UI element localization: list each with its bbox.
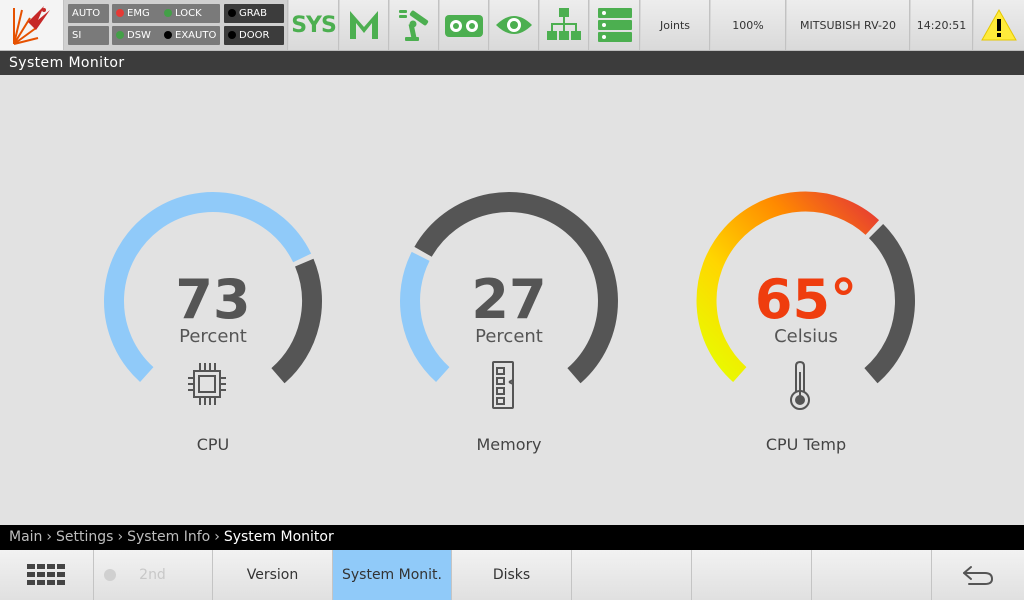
- breadcrumb-main[interactable]: Main: [9, 529, 42, 545]
- system-monitor-screen: AUTO SI EMG DSW LOCK EXAUTO GRAB DOOR SY…: [0, 0, 1024, 600]
- sys-button[interactable]: SYS: [289, 0, 339, 50]
- m-logo-icon: [350, 11, 378, 39]
- program-button[interactable]: [440, 0, 489, 50]
- exauto-indicator-dot: [164, 31, 172, 39]
- cpu-chip-icon: [188, 363, 226, 405]
- breadcrumb-separator: ›: [46, 529, 53, 545]
- clock: 14:20:51: [911, 0, 973, 50]
- signal-auto: AUTO: [68, 4, 109, 23]
- robot-arm-button[interactable]: [390, 0, 439, 50]
- sys-label: SYS: [291, 12, 337, 38]
- memory-label: Memory: [476, 435, 542, 454]
- cpu-label: CPU: [196, 435, 230, 454]
- second-function-button[interactable]: 2nd: [94, 550, 213, 600]
- warning-icon: [981, 8, 1017, 41]
- tab-system-monitor-label: System Monit.: [341, 567, 442, 583]
- emg-indicator-dot: [116, 9, 124, 17]
- breadcrumb-separator: ›: [214, 529, 220, 545]
- cpu-temp-value: 65°: [754, 268, 858, 331]
- second-indicator-dot: [104, 569, 116, 581]
- coordinate-mode-button[interactable]: Joints: [641, 0, 710, 50]
- breadcrumb: Main › Settings › System Info › System Monitor: [0, 525, 1024, 550]
- status-signal-panel: AUTO SI EMG DSW LOCK EXAUTO GRAB DOOR: [64, 0, 288, 50]
- cpu-temp-gauge: 65° Celsius CPU Temp: [690, 185, 922, 460]
- vision-button[interactable]: [490, 0, 539, 50]
- signal-door: DOOR: [224, 26, 284, 45]
- back-button[interactable]: [932, 550, 1024, 600]
- signal-exauto: EXAUTO: [160, 26, 219, 45]
- tab-version-label: Version: [246, 567, 299, 583]
- dsw-indicator-dot: [116, 31, 124, 39]
- server-stack-icon: [597, 8, 632, 42]
- cpu-temp-unit: Celsius: [774, 326, 838, 347]
- signal-lock: LOCK: [160, 4, 219, 23]
- empty-tab-slot: [812, 550, 932, 600]
- grid-menu-icon: [26, 564, 65, 585]
- main-menu-button[interactable]: [0, 550, 94, 600]
- page-title: System Monitor: [0, 51, 1024, 75]
- breadcrumb-current: System Monitor: [223, 529, 334, 545]
- memory-gauge: 27 Percent Memory: [393, 185, 625, 460]
- cpu-value: 73: [175, 268, 251, 331]
- speed-override-label: 100%: [732, 18, 764, 32]
- cpu-temp-label: CPU Temp: [765, 435, 847, 454]
- breadcrumb-separator: ›: [117, 529, 124, 545]
- eye-icon: [496, 16, 532, 34]
- speed-override-button[interactable]: 100%: [711, 0, 786, 50]
- second-label: 2nd: [139, 567, 166, 583]
- brand-logo: [0, 0, 64, 50]
- server-button[interactable]: [590, 0, 640, 50]
- tab-disks-label: Disks: [492, 567, 531, 583]
- cpu-gauge: 73 Percent CPU: [97, 185, 329, 460]
- network-button[interactable]: [540, 0, 589, 50]
- empty-tab-slot: [692, 550, 812, 600]
- alarm-button[interactable]: [974, 0, 1024, 50]
- memory-value: 27: [471, 268, 547, 331]
- empty-tab-slot: [572, 550, 692, 600]
- cpu-unit: Percent: [179, 326, 247, 347]
- robot-select-button[interactable]: MITSUBISH RV-20: [787, 0, 910, 50]
- grab-indicator-dot: [228, 9, 236, 17]
- signal-si: SI: [68, 26, 109, 45]
- coordinate-mode-label: Joints: [659, 18, 691, 32]
- robot-model-label: MITSUBISH RV-20: [800, 18, 896, 32]
- mode-button[interactable]: [340, 0, 389, 50]
- tab-system-monitor[interactable]: System Monit.: [333, 550, 452, 600]
- network-tree-icon: [547, 8, 581, 40]
- door-indicator-dot: [228, 31, 236, 39]
- memory-module-icon: [492, 361, 514, 409]
- robot-arm-icon: [399, 10, 429, 41]
- clock-time: 14:20:51: [916, 18, 967, 32]
- bottom-navigation: 2nd Version System Monit. Disks: [0, 550, 1024, 600]
- thermometer-icon: [790, 360, 810, 410]
- cassette-icon: [445, 15, 483, 37]
- back-arrow-icon: [963, 566, 993, 585]
- tab-disks[interactable]: Disks: [452, 550, 572, 600]
- breadcrumb-settings[interactable]: Settings: [56, 529, 113, 545]
- top-status-bar: AUTO SI EMG DSW LOCK EXAUTO GRAB DOOR SY…: [0, 0, 1024, 51]
- breadcrumb-system-info[interactable]: System Info: [127, 529, 210, 545]
- signal-grab: GRAB: [224, 4, 284, 23]
- lock-indicator-dot: [164, 9, 172, 17]
- memory-unit: Percent: [475, 326, 543, 347]
- tab-version[interactable]: Version: [213, 550, 333, 600]
